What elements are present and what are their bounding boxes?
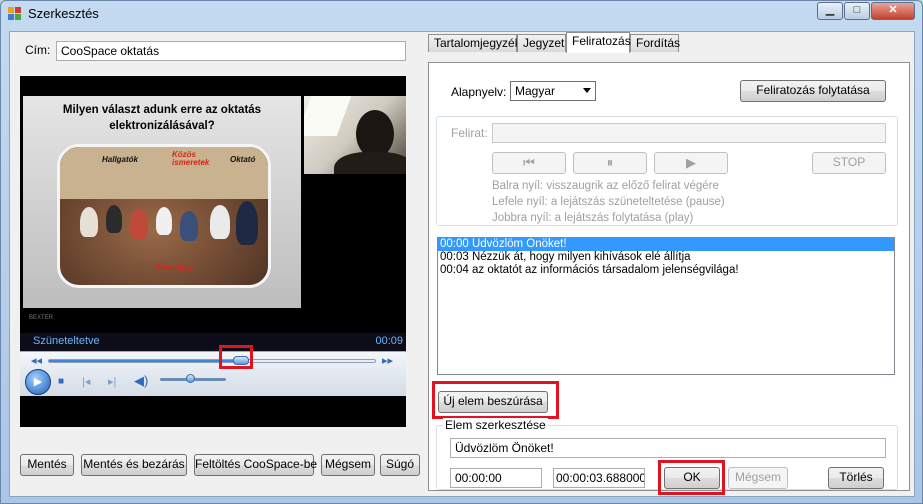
window-title: Szerkesztés <box>28 6 99 21</box>
tab-translation[interactable]: Fordítás <box>630 34 680 52</box>
stop-icon[interactable]: ■ <box>58 376 64 388</box>
base-language-value: Magyar <box>515 84 556 98</box>
play-button[interactable]: ▶ <box>25 369 51 395</box>
cancel-button[interactable]: Mégsem <box>321 454 375 476</box>
help-button[interactable]: Súgó <box>380 454 420 476</box>
list-item[interactable]: 00:00 Üdvözlöm Önöket! <box>438 238 894 251</box>
continue-subtitling-button[interactable]: Feliratozás folytatása <box>740 80 886 102</box>
shared-knowledge-label: Közös ismeretek <box>172 150 210 167</box>
subtitle-label: Felirat: <box>451 126 488 140</box>
tab-notes[interactable]: Jegyzet <box>517 34 566 52</box>
delete-button[interactable]: Törlés <box>828 467 884 489</box>
list-item[interactable]: 00:03 Nézzük át, hogy milyen kihívások e… <box>438 251 894 264</box>
tab-subtitling[interactable]: Feliratozás <box>566 32 631 53</box>
classroom-photo: Hallgatók Közös ismeretek Oktató Tananya… <box>57 144 271 288</box>
maximize-button[interactable]: □ <box>844 2 870 20</box>
player-status: Szüneteltetve <box>33 335 100 347</box>
edit-cancel-button[interactable]: Mégsem <box>728 467 788 489</box>
player-controls: ◂◂ ▸▸ ▶ ■ |◂ ▸| ◀) <box>20 351 406 396</box>
subtitle-input-group: Felirat: ⏮ ⏸ ▶ STOP Balra nyíl: visszaug… <box>436 116 898 226</box>
player-time: 00:09 <box>375 335 403 347</box>
slide-heading: Milyen választ adunk erre az oktatás ele… <box>62 104 262 132</box>
hint-right-arrow: Jobbra nyíl: a lejátszás folytatása (pla… <box>492 212 694 224</box>
stop-button[interactable]: STOP <box>812 152 886 174</box>
students-label: Hallgatók <box>102 155 139 164</box>
base-language-select[interactable]: Magyar <box>510 81 596 101</box>
base-language-label: Alapnyelv: <box>451 85 507 99</box>
volume-icon[interactable]: ◀) <box>134 374 148 387</box>
start-time-input[interactable]: 00:00:00 <box>450 468 542 488</box>
seek-progress <box>49 360 241 362</box>
editor-window: Szerkesztés ▁ □ ✕ Cím: CooSpace oktatás … <box>0 0 923 504</box>
curriculum-label: Tananyag <box>156 263 194 272</box>
volume-thumb[interactable] <box>186 374 195 383</box>
previous-icon[interactable]: |◂ <box>82 376 90 388</box>
upload-coospace-button[interactable]: Feltöltés CooSpace-be <box>194 454 317 476</box>
seek-forward-icon[interactable]: ▸▸ <box>382 355 393 367</box>
tab-contents[interactable]: Tartalomjegyzék <box>428 34 521 52</box>
seek-bar[interactable] <box>48 356 376 365</box>
edit-group-title: Elem szerkesztése <box>443 418 548 432</box>
teacher-label: Oktató <box>230 155 256 164</box>
subtitle-list[interactable]: 00:00 Üdvözlöm Önöket! 00:03 Nézzük át, … <box>437 237 895 375</box>
hint-down-arrow: Lefele nyíl: a lejátszás szüneteltetése … <box>492 196 725 208</box>
chevron-down-icon <box>583 88 591 93</box>
dialog-body: Cím: CooSpace oktatás Milyen választ adu… <box>9 31 915 497</box>
rewind-button[interactable]: ⏮ <box>492 152 566 174</box>
webcam-view <box>304 96 406 174</box>
subtitle-input[interactable] <box>492 123 886 143</box>
slide-frame: Milyen választ adunk erre az oktatás ele… <box>23 96 301 321</box>
title-label: Cím: <box>25 43 51 57</box>
seek-back-icon[interactable]: ◂◂ <box>31 355 42 367</box>
seek-thumb-highlight <box>219 345 253 369</box>
slide-footer: BEXTER <box>29 315 54 321</box>
pause-button[interactable]: ⏸ <box>573 152 647 174</box>
edit-text-input[interactable]: Üdvözlöm Önöket! <box>450 438 886 458</box>
title-input[interactable]: CooSpace oktatás <box>56 41 406 61</box>
hint-left-arrow: Balra nyíl: visszaugrik az előző felirat… <box>492 180 719 192</box>
close-button[interactable]: ✕ <box>871 2 915 20</box>
subtitling-panel: Alapnyelv: Magyar Feliratozás folytatása… <box>428 62 910 495</box>
end-time-input[interactable]: 00:00:03.6880000 <box>553 468 645 488</box>
ok-button-highlight <box>658 460 725 495</box>
minimize-button[interactable]: ▁ <box>817 2 843 20</box>
save-button[interactable]: Mentés <box>20 454 74 476</box>
save-and-close-button[interactable]: Mentés és bezárás <box>81 454 187 476</box>
next-icon[interactable]: ▸| <box>108 376 116 388</box>
play-subtitle-button[interactable]: ▶ <box>654 152 728 174</box>
video-player[interactable]: Milyen választ adunk erre az oktatás ele… <box>20 76 406 427</box>
list-item[interactable]: 00:04 az oktatót az információs társadal… <box>438 264 894 277</box>
title-bar[interactable]: Szerkesztés ▁ □ ✕ <box>1 1 922 27</box>
app-icon <box>8 7 22 21</box>
insert-button-highlight <box>432 381 559 419</box>
